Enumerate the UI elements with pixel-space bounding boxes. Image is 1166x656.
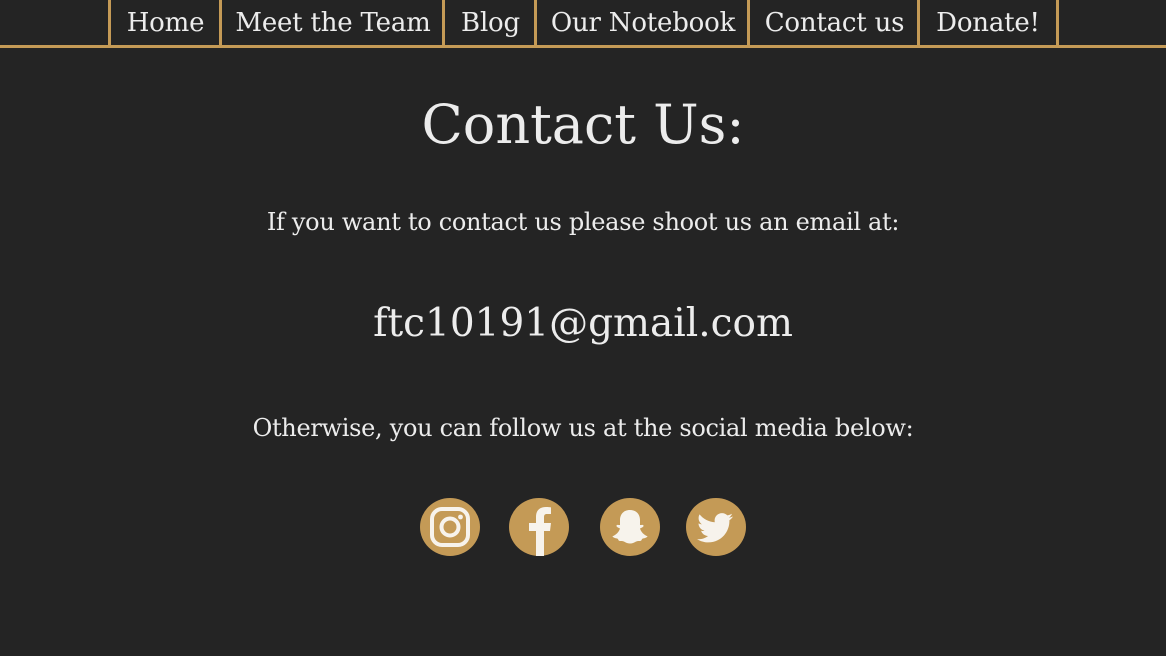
page-title: Contact Us: [421,93,745,156]
twitter-link[interactable] [686,498,746,556]
snapchat-link[interactable] [600,498,660,556]
facebook-icon [509,498,569,556]
nav-our-notebook-link[interactable]: Our Notebook [534,0,749,45]
instagram-icon [420,498,480,556]
social-intro-text: Otherwise, you can follow us at the soci… [252,414,914,442]
nav-contact-us-link[interactable]: Contact us [747,0,919,45]
email-link[interactable]: ftc10191@gmail.com [0,298,1166,350]
instagram-link[interactable] [420,498,480,556]
snapchat-icon [600,498,660,556]
nav-blog-link[interactable]: Blog [442,0,536,45]
nav-meet-the-team-link[interactable]: Meet the Team [219,0,444,45]
twitter-icon [686,498,746,556]
contact-intro-text: If you want to contact us please shoot u… [266,208,900,236]
facebook-link[interactable] [509,498,569,556]
top-navbar: Home Meet the Team Blog Our Notebook Con… [0,0,1166,48]
nav-home-link[interactable]: Home [108,0,220,45]
nav-donate-link[interactable]: Donate! [917,0,1059,45]
